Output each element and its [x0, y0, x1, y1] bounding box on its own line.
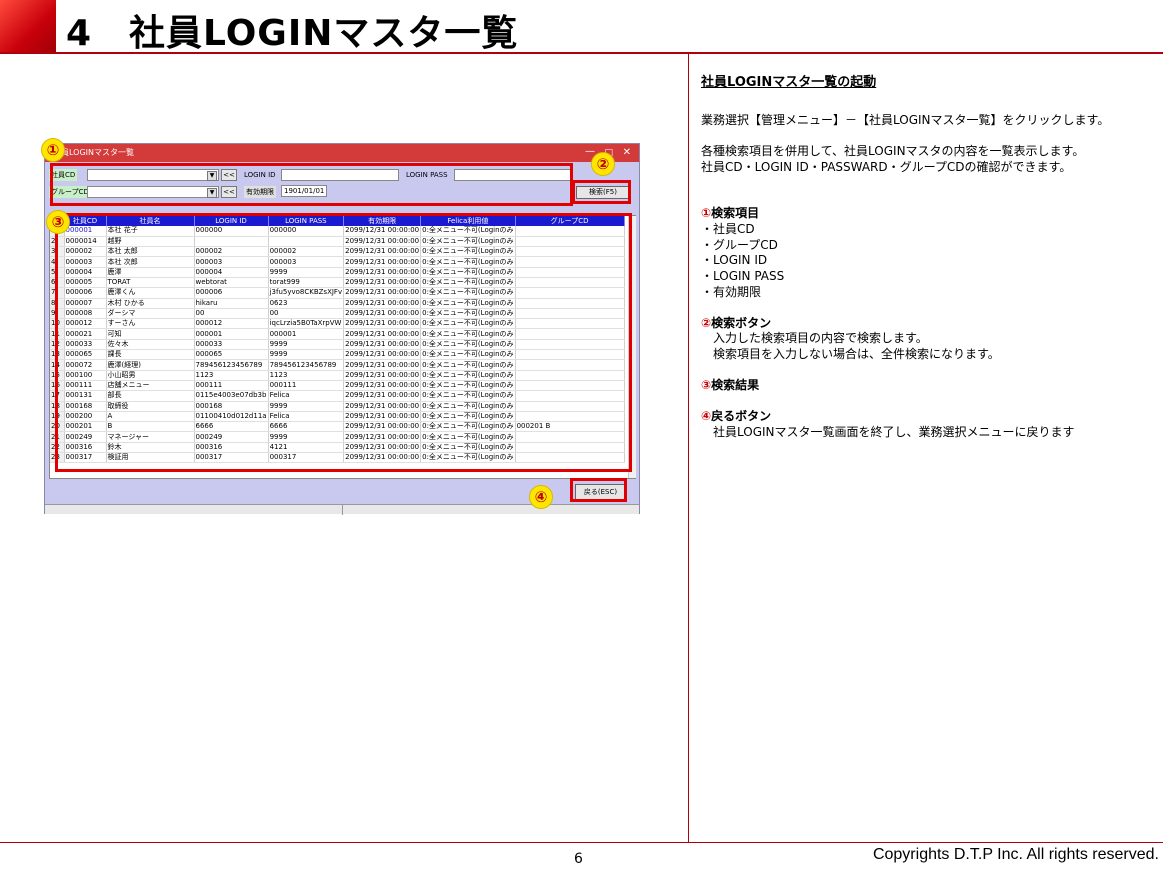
section-back-button: ④戻るボタン: [701, 409, 772, 423]
column-divider: [688, 54, 689, 842]
s4-line-1: 社員LOGINマスタ一覧画面を終了し、業務選択メニューに戻ります: [713, 425, 1075, 439]
callout-badge-1: ①: [41, 138, 65, 162]
section-search-button: ②検索ボタン: [701, 316, 772, 330]
header-divider: [0, 52, 1163, 54]
section-search-fields: ①検索項目: [701, 206, 760, 220]
s1-item: ・グループCD: [701, 238, 778, 252]
s1-item: ・有効期限: [701, 285, 762, 299]
close-icon[interactable]: ✕: [623, 144, 631, 162]
copyright-text: Copyrights D.T.P Inc. All rights reserve…: [872, 846, 1159, 863]
callout-badge-3: ③: [46, 210, 70, 234]
header-accent-block: [0, 0, 56, 52]
window-titlebar: 員LOGINマスタ一覧: [45, 144, 639, 162]
callout-badge-4: ④: [529, 485, 553, 509]
callout-box-results: [55, 213, 632, 472]
explanation-desc-1: 各種検索項目を併用して、社員LOGINマスタの内容を一覧表示します。: [701, 144, 1085, 158]
explanation-desc-2: 社員CD・LOGIN ID・PASSWARD・グループCDの確認ができます。: [701, 160, 1072, 174]
explanation-intro: 業務選択【管理メニュー】－【社員LOGINマスタ一覧】をクリックします。: [701, 113, 1110, 127]
callout-box-search-fields: [50, 163, 573, 206]
explanation-title: 社員LOGINマスタ一覧の起動: [701, 75, 877, 90]
footer-divider: [0, 842, 1163, 843]
s2-line-1: 入力した検索項目の内容で検索します。: [713, 331, 928, 345]
s1-item: ・LOGIN ID: [701, 253, 768, 267]
page-title: 4 社員LOGINマスタ一覧: [66, 13, 519, 54]
s2-line-2: 検索項目を入力しない場合は、全件検索になります。: [713, 347, 1000, 361]
s1-item: ・社員CD: [701, 222, 755, 236]
status-bar: [45, 504, 639, 515]
callout-box-search-button: [572, 180, 631, 204]
s1-item: ・LOGIN PASS: [701, 269, 785, 283]
section-results: ③検索結果: [701, 378, 760, 392]
page-number: 6: [574, 851, 583, 867]
window-title: 員LOGINマスタ一覧: [61, 148, 135, 157]
callout-badge-2: ②: [591, 152, 615, 176]
callout-box-back-button: [570, 478, 627, 502]
